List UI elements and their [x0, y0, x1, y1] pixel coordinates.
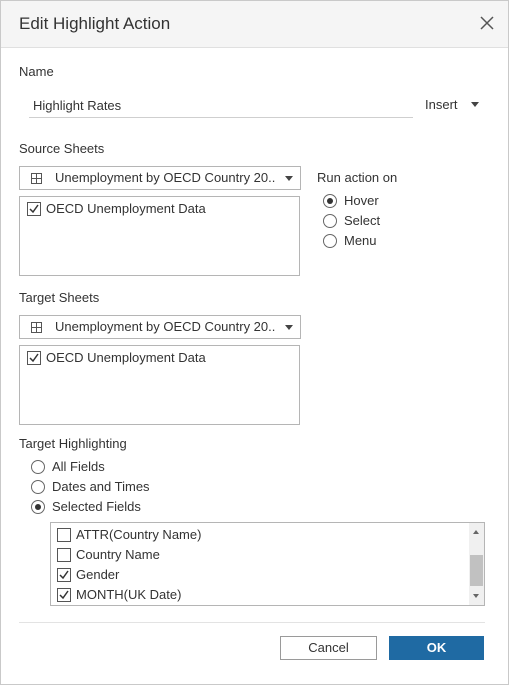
radio-button[interactable]: [31, 460, 45, 474]
radio-label: Select: [344, 213, 381, 228]
target-sheets-list: OECD Unemployment Data: [19, 345, 300, 425]
worksheet-grid-icon: [31, 321, 42, 333]
radio-label: All Fields: [52, 459, 105, 474]
edit-highlight-action-dialog: Edit Highlight Action Name Insert Source…: [0, 0, 509, 685]
list-item-label: Gender: [76, 567, 120, 582]
insert-label: Insert: [425, 97, 458, 112]
target-sheets-label: Target Sheets: [19, 290, 100, 305]
target-highlighting-label: Target Highlighting: [19, 436, 127, 451]
worksheet-grid-icon: [31, 172, 42, 184]
chevron-down-icon: [285, 176, 293, 181]
target-sheets-selected: Unemployment by OECD Country 20...: [55, 319, 275, 334]
list-item-label: OECD Unemployment Data: [46, 350, 206, 365]
radio-button[interactable]: [323, 234, 337, 248]
checkbox[interactable]: [57, 548, 71, 562]
cancel-button[interactable]: Cancel: [280, 636, 377, 660]
source-sheets-list: OECD Unemployment Data: [19, 196, 300, 276]
dialog-title: Edit Highlight Action: [19, 14, 171, 33]
divider: [19, 622, 485, 623]
radio-button[interactable]: [323, 194, 337, 208]
list-item-label: Country Name: [76, 547, 160, 562]
name-label: Name: [19, 64, 54, 79]
scroll-down-icon[interactable]: [473, 594, 479, 598]
target-sheets-select[interactable]: Unemployment by OECD Country 20...: [19, 315, 301, 339]
run-action-label: Run action on: [317, 170, 398, 185]
radio-button[interactable]: [31, 500, 45, 514]
list-item-label: MONTH(UK Date): [76, 587, 182, 602]
source-sheets-select[interactable]: Unemployment by OECD Country 20...: [19, 166, 301, 190]
checkbox[interactable]: [57, 588, 71, 602]
radio-label: Selected Fields: [52, 499, 141, 514]
selected-fields-list: ATTR(Country Name) Country Name Gender M…: [50, 522, 485, 606]
checkbox[interactable]: [27, 351, 41, 365]
list-item-label: ATTR(Country Name): [76, 527, 202, 542]
scroll-thumb[interactable]: [470, 555, 483, 586]
radio-label: Hover: [344, 193, 379, 208]
checkbox[interactable]: [27, 202, 41, 216]
radio-label: Dates and Times: [52, 479, 150, 494]
chevron-down-icon: [471, 102, 479, 107]
list-item-label: OECD Unemployment Data: [46, 201, 206, 216]
radio-label: Menu: [344, 233, 377, 248]
title-bar: Edit Highlight Action: [1, 1, 508, 48]
checkbox[interactable]: [57, 528, 71, 542]
radio-button[interactable]: [31, 480, 45, 494]
insert-dropdown[interactable]: Insert: [425, 97, 485, 115]
radio-button[interactable]: [323, 214, 337, 228]
scroll-up-icon[interactable]: [473, 530, 479, 534]
source-sheets-label: Source Sheets: [19, 141, 105, 156]
close-icon[interactable]: [478, 14, 496, 32]
chevron-down-icon: [285, 325, 293, 330]
name-input[interactable]: [29, 93, 413, 118]
ok-button[interactable]: OK: [389, 636, 484, 660]
scrollbar[interactable]: [469, 523, 484, 605]
checkbox[interactable]: [57, 568, 71, 582]
source-sheets-selected: Unemployment by OECD Country 20...: [55, 170, 275, 185]
